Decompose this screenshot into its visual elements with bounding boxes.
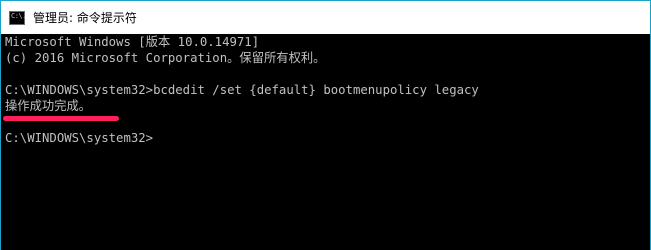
console-line-result: 操作成功完成。: [5, 99, 92, 113]
console-line-command: C:\WINDOWS\system32>bcdedit /set {defaul…: [5, 83, 479, 97]
cmd-icon[interactable]: C:\.: [9, 10, 26, 25]
cmd-icon-label: C:\.: [11, 11, 26, 20]
title-bar[interactable]: C:\. 管理员: 命令提示符: [1, 0, 650, 34]
result-highlight-underline: [3, 116, 119, 121]
console-prompt[interactable]: C:\WINDOWS\system32>: [5, 130, 650, 146]
window-title: 管理员: 命令提示符: [33, 11, 137, 25]
console-output[interactable]: Microsoft Windows [版本 10.0.14971] (c) 20…: [1, 34, 650, 250]
console-line-version: Microsoft Windows [版本 10.0.14971]: [5, 35, 260, 49]
console-line-copyright: (c) 2016 Microsoft Corporation。保留所有权利。: [5, 51, 326, 65]
command-prompt-window: C:\. 管理员: 命令提示符 Microsoft Windows [版本 10…: [0, 0, 651, 250]
